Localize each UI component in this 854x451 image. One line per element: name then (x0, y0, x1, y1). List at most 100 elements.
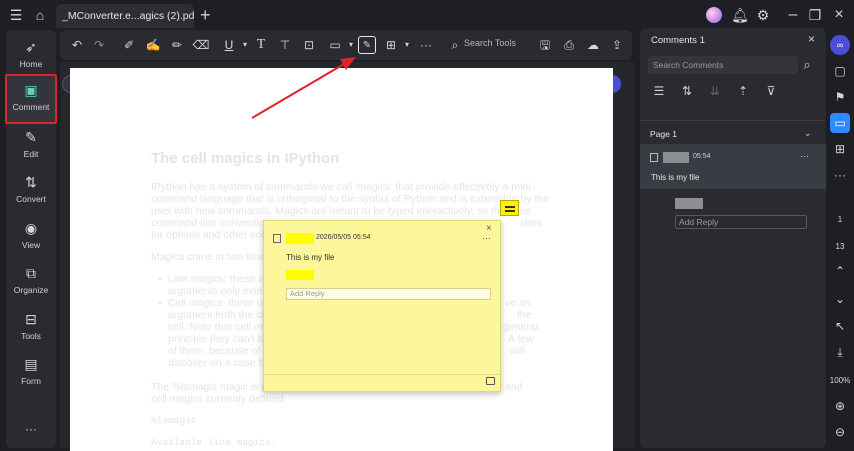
title-bar: ☰ ⌂ _MConverter.e...agics (2).pdf * + 🔔︎… (0, 0, 854, 30)
zoom-out-icon[interactable]: ⊖ (830, 422, 850, 442)
bullet-line: argument both the cur (168, 309, 271, 321)
bullet-line-tail: A few (508, 333, 534, 345)
comments-icon[interactable]: ▭ (830, 113, 850, 133)
comment-icon: ▣ (24, 82, 38, 98)
nav-view[interactable]: ◉ View (6, 219, 56, 250)
paragraph-line: Magics come in two kinds (151, 251, 271, 263)
search-icon[interactable]: ⌕ (798, 56, 816, 74)
reply-icon[interactable] (486, 377, 495, 385)
toolbox-icon: ⊟ (25, 311, 37, 327)
bullet-line: arguments only extend (168, 285, 275, 297)
print-icon[interactable]: ⎙ (560, 36, 578, 54)
select-cursor-icon[interactable]: ↖ (830, 316, 850, 336)
bullet-line: Cell magics: these use (168, 297, 274, 309)
nav-organize[interactable]: ⧉ Organize (6, 264, 56, 295)
edit-icon: ✎ (25, 129, 37, 145)
more-tools-icon[interactable]: ··· (417, 36, 435, 54)
bullet-line-tail: will (510, 345, 525, 357)
zoom-level[interactable]: 100% (826, 376, 854, 385)
attachments-icon[interactable]: ⊞ (830, 139, 850, 159)
export-icon[interactable]: ⇡ (735, 84, 751, 98)
reply-author-redacted (286, 270, 314, 280)
avatar[interactable] (706, 7, 722, 23)
document-title: The cell magics in IPython (151, 150, 340, 167)
bullet-line: of them, because of ho (168, 345, 275, 357)
panel-reply-input[interactable]: Add Reply (675, 215, 807, 229)
comment-body: This is my file (286, 253, 335, 262)
restore-icon[interactable]: ❐ (804, 0, 826, 30)
bullet-line: Line magics: these are (168, 273, 274, 285)
panel-close-icon[interactable]: × (808, 32, 815, 46)
search-tools-label[interactable]: Search Tools (464, 38, 516, 48)
area-highlight-icon[interactable]: ✍ (144, 36, 162, 54)
filter-icon[interactable]: ⊽ (763, 84, 779, 98)
collapse-icon[interactable]: ⇊ (707, 84, 723, 98)
textbox-icon[interactable]: ⊤ (276, 36, 294, 54)
nav-form-label: Form (21, 376, 41, 386)
gear-icon[interactable]: ⚙ (752, 0, 774, 30)
save-icon[interactable]: 🖫 (536, 36, 554, 54)
bullet-line: cell. Note that cell ma (168, 321, 269, 333)
paragraph-line: cell magics currently defined: (151, 393, 287, 405)
right-rail: ∞ ▢ ⚑ ▭ ⊞ ··· 1 13 ⌃ ⌄ ↖ ⤓ 100% ⊕ ⊖ (826, 28, 854, 448)
comment-card[interactable]: 05:54 ··· This is my file (640, 144, 826, 189)
eraser-icon[interactable]: ⌫ (192, 36, 210, 54)
eye-icon: ◉ (24, 220, 38, 236)
highlight-icon[interactable]: ✐ (120, 36, 138, 54)
document-tab[interactable]: _MConverter.e...agics (2).pdf * (56, 4, 194, 28)
upload-cloud-icon[interactable]: ☁ (584, 36, 602, 54)
sort-icon[interactable]: ⇅ (679, 84, 695, 98)
ai-icon[interactable]: ∞ (830, 35, 850, 55)
code-line: %lsmagic (151, 415, 197, 426)
paragraph-line: for options and other conv (151, 229, 273, 241)
close-icon[interactable]: × (828, 0, 850, 30)
sticky-note-marker[interactable] (500, 200, 519, 216)
search-comments-input[interactable]: Search Comments (648, 56, 798, 74)
chevron-down-icon[interactable]: ⌄ (804, 128, 812, 139)
chevron-down-icon[interactable]: ⌄ (830, 289, 850, 309)
nav-view-label: View (21, 240, 41, 250)
panel-divider (640, 120, 826, 121)
search-icon[interactable]: ⌕ (446, 36, 464, 54)
comment-time: 05:54 (693, 153, 711, 160)
thumbnails-icon[interactable]: ▢ (830, 61, 850, 81)
callout-icon[interactable]: ⊡ (300, 36, 318, 54)
current-page-number[interactable]: 1 (826, 215, 854, 224)
share-icon[interactable]: ⇪ (608, 36, 626, 54)
redo-icon[interactable]: ↷ (90, 36, 108, 54)
nav-organize-label: Organize (13, 285, 49, 295)
paragraph-line-tail: and (505, 381, 523, 393)
page-group-label: Page 1 (650, 129, 677, 139)
fit-page-icon[interactable]: ⤓ (830, 342, 850, 362)
bullet-line: discover on a case by (168, 357, 270, 369)
text-icon[interactable]: T (252, 36, 270, 54)
nav-home[interactable]: ➶ Home (6, 38, 56, 69)
chevron-up-icon[interactable]: ⌃ (830, 261, 850, 281)
new-tab-button[interactable]: + (200, 5, 211, 25)
sticky-note-icon[interactable]: ✎ (358, 36, 376, 54)
nav-comment[interactable]: ▣ Comment (5, 74, 57, 124)
menu-icon[interactable]: ☰ (5, 0, 27, 30)
comment-more-button[interactable]: ··· (800, 151, 809, 161)
popup-reply-input[interactable]: Add Reply (286, 288, 491, 300)
minimize-icon[interactable]: – (782, 0, 804, 30)
pencil-icon[interactable]: ✏ (168, 36, 186, 54)
nav-more-button[interactable]: ··· (6, 422, 56, 436)
comment-toolbar: ↶ ↷ ✐ ✍ ✏ ⌫ U ▾ T ⊤ ⊡ ▭ ▾ ✎ ⊞ ▾ ··· ⌕ Se… (60, 30, 632, 60)
nav-tools[interactable]: ⊟ Tools (6, 310, 56, 341)
more-icon[interactable]: ··· (830, 165, 850, 185)
stamp-dropdown-icon[interactable]: ▾ (398, 36, 416, 54)
paragraph-line: The %lsmagic magic is use (151, 381, 279, 393)
code-line: Available line magics: (151, 437, 277, 448)
nav-edit[interactable]: ✎ Edit (6, 128, 56, 159)
bullet-line-tail: ve as (505, 297, 531, 309)
popup-more-button[interactable]: ··· (482, 233, 491, 243)
home-icon[interactable]: ⌂ (29, 0, 51, 30)
zoom-in-icon[interactable]: ⊕ (830, 396, 850, 416)
nav-form[interactable]: ▤ Form (6, 355, 56, 386)
undo-icon[interactable]: ↶ (68, 36, 86, 54)
list-icon[interactable]: ☰ (651, 84, 667, 98)
bookmark-icon[interactable]: ⚑ (830, 87, 850, 107)
bell-icon[interactable]: 🔔︎ (729, 0, 751, 30)
nav-convert[interactable]: ⇅ Convert (6, 173, 56, 204)
